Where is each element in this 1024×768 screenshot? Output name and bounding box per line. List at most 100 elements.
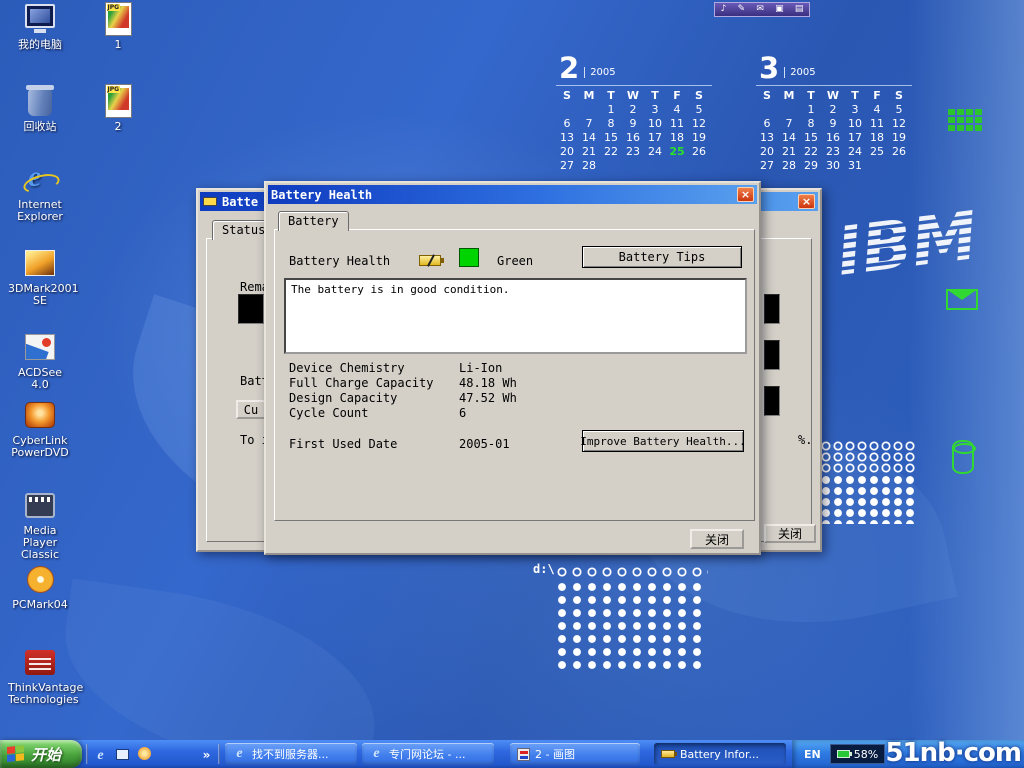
- field-value: 47.52 Wh: [459, 391, 517, 405]
- close-icon[interactable]: [737, 187, 754, 202]
- language-indicator[interactable]: EN: [804, 748, 821, 761]
- pen-icon[interactable]: [738, 5, 746, 14]
- taskbar-separator: [86, 744, 88, 764]
- notes-icon[interactable]: [795, 5, 804, 14]
- dialog-title: Battery Health: [271, 188, 372, 202]
- condition-textbox: The battery is in good condition.: [284, 278, 747, 354]
- desktop-icon-label: 2: [92, 121, 144, 133]
- calendar-day: 4: [866, 103, 888, 117]
- desktop-icon-label: ACDSee 4.0: [8, 367, 72, 391]
- tab-battery[interactable]: Battery: [278, 211, 349, 231]
- calendar-day-header: S: [556, 89, 578, 103]
- taskbar-task-server[interactable]: 找不到服务器...: [225, 743, 357, 765]
- desktop-icon-powerdvd[interactable]: CyberLink PowerDVD: [8, 398, 72, 459]
- media-player-classic-icon: [25, 493, 55, 518]
- quicklaunch-show-desktop[interactable]: [114, 745, 131, 762]
- calendar-day: 17: [844, 131, 866, 145]
- desktop-icon-3dmark2001[interactable]: 3DMark2001 SE: [8, 246, 72, 307]
- calendar-day-header: T: [800, 89, 822, 103]
- calendar-day-header: W: [822, 89, 844, 103]
- calendar-day: 21: [578, 145, 600, 159]
- calendar-day: 3: [644, 103, 666, 117]
- close-button[interactable]: 关闭: [690, 529, 744, 549]
- current-button[interactable]: Cu: [236, 400, 266, 419]
- quicklaunch-more[interactable]: [198, 745, 215, 762]
- desktop-icon-label: CyberLink PowerDVD: [8, 435, 72, 459]
- calendar-day: 30: [822, 159, 844, 173]
- calendar-day-header: T: [644, 89, 666, 103]
- recycle-bin-icon: [28, 89, 52, 116]
- calendar-day: 17: [644, 131, 666, 145]
- taskbar-task-forum[interactable]: 专门网论坛 - ...: [362, 743, 494, 765]
- field-value: Li-Ion: [459, 361, 502, 375]
- quicklaunch-ie[interactable]: [92, 745, 109, 762]
- taskbar: 开始 找不到服务器... 专门网论坛 - ... 2 - 画图 Battery …: [0, 740, 1024, 768]
- media-player-icon: [138, 747, 151, 760]
- desktop-icon-label: PCMark04: [8, 599, 72, 611]
- calendar-day: 12: [888, 117, 910, 131]
- improve-battery-health-button[interactable]: Improve Battery Health...: [582, 430, 744, 452]
- desktop-icon-pcmark04[interactable]: PCMark04: [8, 562, 72, 611]
- speaker-icon[interactable]: [721, 5, 727, 14]
- battery-status-indicator[interactable]: 58%: [830, 744, 885, 764]
- calendar-day: 23: [622, 145, 644, 159]
- show-desktop-icon: [116, 749, 129, 760]
- battery-tips-button[interactable]: Battery Tips: [582, 246, 742, 268]
- close-icon[interactable]: [798, 194, 815, 209]
- dot-pattern-filled: [820, 474, 916, 524]
- calendar-day: [622, 159, 644, 173]
- desktop-icon-jpg-2[interactable]: JPG 2: [92, 84, 144, 133]
- health-label: Battery Health: [289, 254, 390, 268]
- desktop-icon-recycle-bin[interactable]: 回收站: [8, 84, 72, 133]
- desktop-icon-acdsee[interactable]: ACDSee 4.0: [8, 330, 72, 391]
- floating-toolbar[interactable]: [714, 2, 810, 17]
- calendar-day: 18: [866, 131, 888, 145]
- calendar-day: 15: [800, 131, 822, 145]
- monitor-icon[interactable]: [775, 5, 784, 14]
- desktop-icon-internet-explorer[interactable]: Internet Explorer: [8, 162, 72, 223]
- task-label: 2 - 画图: [535, 746, 575, 762]
- desktop-icon-thinkvantage[interactable]: ThinkVantage Technologies: [8, 645, 72, 706]
- mail-icon[interactable]: [756, 5, 764, 14]
- jpg-file-icon: JPG: [105, 84, 132, 118]
- calendar-month: 3: [759, 56, 779, 81]
- calendar-day: 3: [844, 103, 866, 117]
- 3dmark-icon: [25, 250, 55, 276]
- calendar-day: 28: [778, 159, 800, 173]
- calendar-day-header: T: [600, 89, 622, 103]
- close-button[interactable]: 关闭: [764, 524, 816, 543]
- desktop-icon-label: 3DMark2001 SE: [8, 283, 72, 307]
- svg-text:IBM: IBM: [833, 197, 982, 291]
- field-label: Device Chemistry: [289, 361, 405, 375]
- field-value: 48.18 Wh: [459, 376, 517, 390]
- jpg-badge: JPG: [107, 4, 121, 11]
- jpg-file-icon: JPG: [105, 2, 132, 36]
- cylinder-icon: [952, 440, 974, 474]
- calendar-day-header: S: [756, 89, 778, 103]
- desktop-icon-my-computer[interactable]: 我的电脑: [8, 2, 72, 51]
- thinkvantage-icon: [25, 650, 55, 675]
- battery-health-dialog[interactable]: Battery Health Battery Battery Health Gr…: [264, 181, 761, 555]
- quicklaunch-media[interactable]: [136, 745, 153, 762]
- desktop-icon-media-player-classic[interactable]: Media Player Classic: [8, 488, 72, 561]
- taskbar-task-paint[interactable]: 2 - 画图: [510, 743, 640, 765]
- calendar-day: [756, 103, 778, 117]
- first-used-value: 2005-01: [459, 437, 510, 451]
- jpg-badge: JPG: [107, 86, 121, 93]
- taskbar-task-battery-information[interactable]: Battery Infor...: [654, 743, 786, 765]
- battery-percent: 58%: [854, 748, 878, 761]
- calendar-day: 26: [888, 145, 910, 159]
- task-label: 找不到服务器...: [252, 746, 329, 762]
- envelope-icon: [946, 289, 978, 310]
- dialog-titlebar[interactable]: Battery Health: [268, 185, 757, 204]
- start-button[interactable]: 开始: [0, 740, 82, 768]
- calendar-day: 15: [600, 131, 622, 145]
- calendar-day: 27: [556, 159, 578, 173]
- battery-icon: [837, 750, 850, 758]
- field-label: Full Charge Capacity: [289, 376, 434, 390]
- meter-block: [764, 294, 780, 324]
- calendar-day: 25: [866, 145, 888, 159]
- task-label: Battery Infor...: [680, 748, 759, 761]
- calendar-day-header: T: [844, 89, 866, 103]
- desktop-icon-jpg-1[interactable]: JPG 1: [92, 2, 144, 51]
